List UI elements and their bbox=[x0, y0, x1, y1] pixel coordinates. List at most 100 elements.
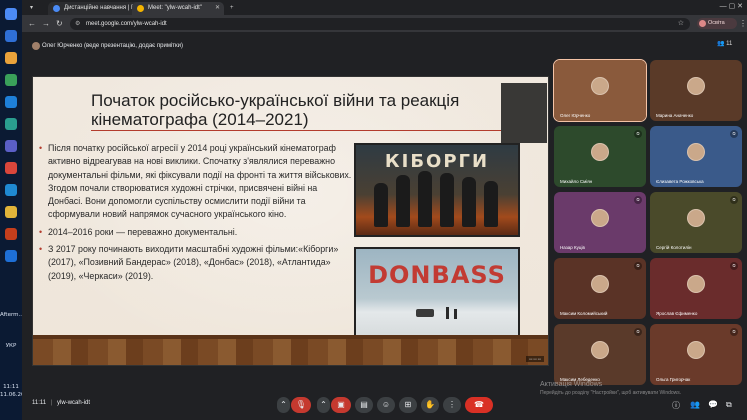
bookmark-star-icon[interactable]: ☆ bbox=[678, 18, 684, 30]
poster-figure bbox=[418, 171, 432, 227]
participant-avatar bbox=[591, 275, 609, 293]
separator: | bbox=[50, 400, 53, 406]
participant-name: Ярослав Єфименко bbox=[656, 311, 698, 316]
participant-tile[interactable]: ⦸ Максим Лебеденко bbox=[554, 324, 646, 385]
participant-tile[interactable]: Марина Аначенко bbox=[650, 60, 742, 121]
poster-figure bbox=[374, 183, 388, 227]
new-tab-button[interactable]: + bbox=[226, 2, 240, 15]
slide-caption: ▭ ▭ ▭ bbox=[526, 356, 544, 362]
mic-toggle-button[interactable]: 🎙 bbox=[291, 397, 311, 413]
bullet-item: • З 2017 року починають виходити масштаб… bbox=[37, 243, 352, 283]
stats-overlay bbox=[501, 83, 547, 143]
participant-tile[interactable]: ⦸ Максим Коломийський bbox=[554, 258, 646, 319]
bullet-text: Після початку російської агресії у 2014 … bbox=[48, 143, 352, 220]
profile-avatar bbox=[699, 20, 706, 27]
participant-tile[interactable]: Олег Юрченко bbox=[553, 59, 647, 122]
hang-up-icon: ☎ bbox=[474, 400, 484, 409]
address-bar: ← → ↻ ⚙ meet.google.com/ylw-wcah-idt ☆ О… bbox=[22, 15, 747, 32]
tab-title: Meet: "ylw-wcah-idt" bbox=[148, 5, 202, 11]
start-icon[interactable] bbox=[5, 8, 17, 20]
powerpoint-icon[interactable] bbox=[5, 228, 17, 240]
bullet-text: З 2017 року починають виходити масштабні… bbox=[48, 244, 339, 281]
mail-icon[interactable] bbox=[5, 96, 17, 108]
donbass-poster: DONBASS bbox=[354, 247, 520, 341]
camera-toggle-button[interactable]: ▣ bbox=[331, 397, 351, 413]
app-icon[interactable] bbox=[5, 162, 17, 174]
reactions-button[interactable]: ☺ bbox=[377, 397, 395, 413]
participants-indicator[interactable]: 👥 11 bbox=[717, 40, 732, 47]
emoji-icon: ☺ bbox=[381, 400, 391, 409]
search-icon[interactable] bbox=[5, 30, 17, 42]
captions-button[interactable]: ▤ bbox=[355, 397, 373, 413]
participant-tile[interactable]: ⦸ Ольга Григорчак bbox=[650, 324, 742, 385]
more-icon: ⋮ bbox=[448, 400, 456, 409]
clock-date[interactable]: 11.06.2024 bbox=[0, 392, 32, 398]
participant-name: Максим Коломийський bbox=[560, 311, 608, 316]
present-icon: ⊞ bbox=[404, 400, 412, 409]
raise-hand-button[interactable]: ✋ bbox=[421, 397, 439, 413]
reload-icon[interactable]: ↻ bbox=[56, 18, 63, 29]
close-tab-icon[interactable]: ✕ bbox=[215, 2, 220, 15]
poster-vehicle bbox=[416, 309, 434, 317]
word-icon[interactable] bbox=[5, 250, 17, 262]
url-field[interactable]: ⚙ meet.google.com/ylw-wcah-idt ☆ bbox=[70, 18, 690, 30]
info-icon[interactable]: ⓘ bbox=[672, 400, 680, 411]
weather-label[interactable]: Afterm... bbox=[0, 312, 24, 318]
participant-name: Назар Куців bbox=[560, 245, 585, 250]
mic-off-icon: ⦸ bbox=[634, 328, 642, 336]
slide-title: Початок російсько-української війни та р… bbox=[91, 91, 460, 129]
people-icon[interactable]: 👥 bbox=[690, 400, 700, 409]
more-options-button[interactable]: ⋮ bbox=[443, 397, 461, 413]
window-controls[interactable]: — ▢ ✕ bbox=[720, 2, 743, 10]
poster-figure bbox=[446, 307, 449, 319]
language-indicator[interactable]: УКР bbox=[0, 343, 22, 349]
captions-icon: ▤ bbox=[360, 400, 368, 409]
bullet-marker: • bbox=[39, 226, 43, 237]
bullet-marker: • bbox=[39, 143, 43, 153]
participant-tile[interactable]: ⦸ Єлизавета Рожковська bbox=[650, 126, 742, 187]
meet-favicon-icon bbox=[137, 5, 144, 12]
folder-icon[interactable] bbox=[5, 52, 17, 64]
activities-icon[interactable]: ⧉ bbox=[726, 400, 732, 410]
participant-tile[interactable]: ⦸ Назар Куців bbox=[554, 192, 646, 253]
teams-icon[interactable] bbox=[5, 140, 17, 152]
meeting-code: ylw-wcah-idt bbox=[57, 400, 91, 406]
watermark-subtitle: Перейдіть до розділу "Настройки", щоб ак… bbox=[540, 390, 682, 396]
clock-time[interactable]: 11:11 bbox=[0, 384, 22, 390]
forward-icon[interactable]: → bbox=[42, 18, 50, 29]
participant-tile[interactable]: ⦸ Сергій Колотилін bbox=[650, 192, 742, 253]
back-icon[interactable]: ← bbox=[28, 18, 36, 29]
participant-avatar bbox=[687, 77, 705, 95]
tab-meet[interactable]: Meet: "ylw-wcah-idt" ✕ bbox=[132, 2, 224, 15]
participant-avatar bbox=[687, 209, 705, 227]
poster-figure bbox=[440, 173, 454, 227]
slide-bullets: • Після початку російської агресії у 201… bbox=[37, 142, 352, 287]
site-info-icon[interactable]: ⚙ bbox=[75, 18, 80, 30]
bullet-item: • Після початку російської агресії у 201… bbox=[37, 142, 352, 222]
app-icon[interactable] bbox=[5, 118, 17, 130]
windows-taskbar: Afterm... УКР 11:11 11.06.2024 bbox=[0, 0, 32, 420]
chevron-up-icon: ⌃ bbox=[280, 400, 287, 409]
tab-search[interactable]: ▾ bbox=[24, 2, 44, 15]
participant-tile[interactable]: ⦸ Ярослав Єфименко bbox=[650, 258, 742, 319]
chrome-icon[interactable] bbox=[5, 206, 17, 218]
leave-call-button[interactable]: ☎ bbox=[465, 397, 493, 413]
profile-label: Освіта bbox=[708, 20, 725, 26]
chat-icon[interactable]: 💬 bbox=[708, 400, 718, 409]
participant-avatar bbox=[687, 275, 705, 293]
mic-off-icon: ⦸ bbox=[634, 130, 642, 138]
video-options-button[interactable]: ⌃ bbox=[317, 397, 330, 413]
participant-avatar bbox=[591, 77, 609, 95]
profile-button[interactable]: Освіта bbox=[697, 18, 737, 29]
audio-options-button[interactable]: ⌃ bbox=[277, 397, 290, 413]
participant-tile[interactable]: ⦸ Михайло Сміян bbox=[554, 126, 646, 187]
participant-name: Михайло Сміян bbox=[560, 179, 593, 184]
app-icon[interactable] bbox=[5, 74, 17, 86]
browser-menu-icon[interactable]: ⋮ bbox=[739, 18, 747, 29]
participant-avatar bbox=[591, 143, 609, 161]
telegram-icon[interactable] bbox=[5, 184, 17, 196]
present-button[interactable]: ⊞ bbox=[399, 397, 417, 413]
tab-strip: ▾ Дистанційне навчання | Вікі... ✕ Meet:… bbox=[22, 0, 747, 15]
mic-off-icon: ⦸ bbox=[730, 328, 738, 336]
participant-avatar bbox=[687, 341, 705, 359]
